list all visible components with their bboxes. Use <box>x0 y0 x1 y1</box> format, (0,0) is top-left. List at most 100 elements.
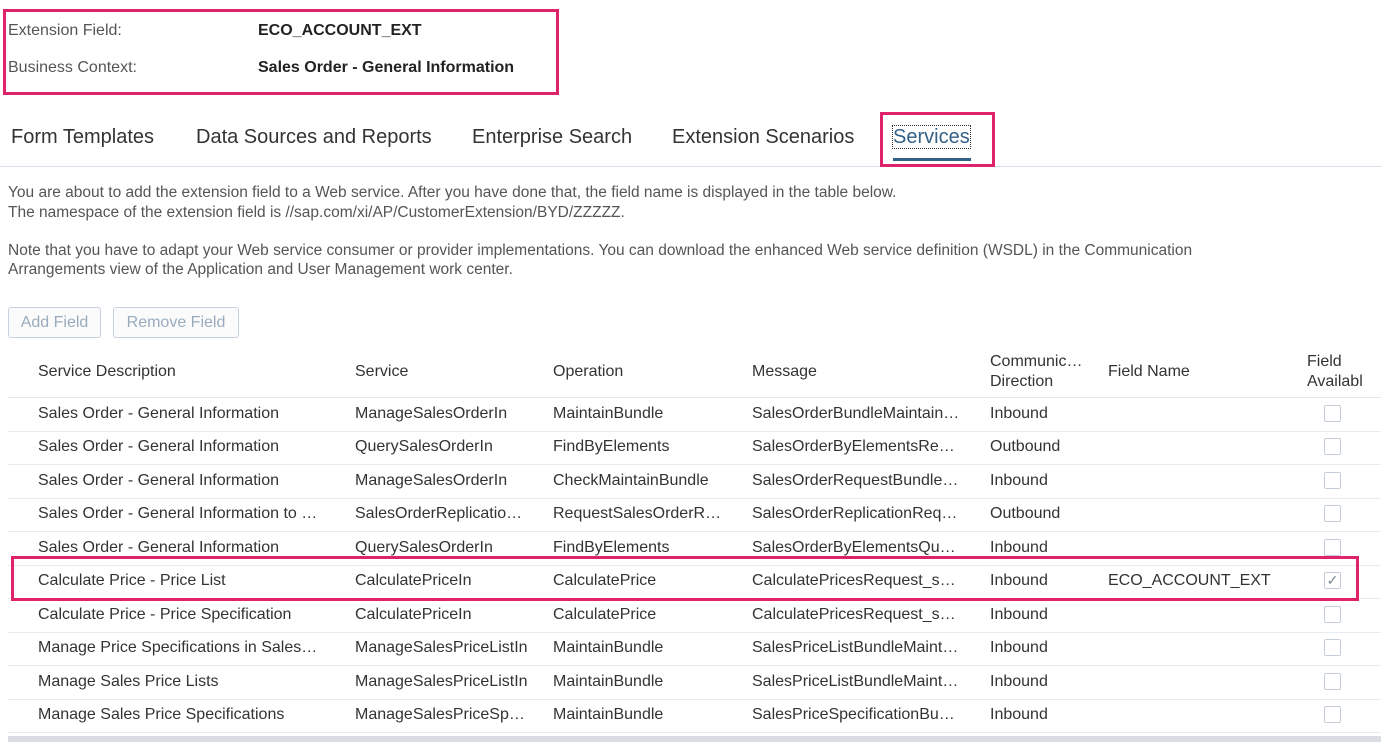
cell-direction: Outbound <box>990 505 1061 522</box>
extension-field-label: Extension Field: <box>8 22 122 39</box>
field-available-checkbox[interactable] <box>1324 673 1341 690</box>
cell-field-name: ECO_ACCOUNT_EXT <box>1108 572 1271 589</box>
cell-message: CalculatePricesRequest_s… <box>752 572 956 589</box>
cell-service-description: Sales Order - General Information to … <box>38 505 318 522</box>
cell-direction: Outbound <box>990 438 1061 455</box>
cell-direction: Inbound <box>990 405 1048 422</box>
cell-operation: MaintainBundle <box>553 673 664 690</box>
business-context-label: Business Context: <box>8 59 137 76</box>
tab-data-sources-and-reports[interactable]: Data Sources and Reports <box>196 126 432 149</box>
cell-service-description: Sales Order - General Information <box>38 438 279 455</box>
column-header-direction-line-2: Direction <box>990 373 1054 390</box>
cell-message: SalesPriceListBundleMaint… <box>752 673 959 690</box>
cell-operation: CalculatePrice <box>553 572 657 589</box>
cell-operation: RequestSalesOrderR… <box>553 505 722 522</box>
cell-service-description: Manage Sales Price Lists <box>38 673 219 690</box>
table-row[interactable]: Calculate Price - Price Specification Cal… <box>8 599 1381 633</box>
field-available-checkbox[interactable]: ✓ <box>1324 572 1341 589</box>
table-row[interactable]: Manage Price Specifications in Sales… Man… <box>8 632 1381 666</box>
table-row[interactable]: Sales Order - General Information QuerySa… <box>8 431 1381 465</box>
field-available-checkbox[interactable] <box>1324 539 1341 556</box>
column-header-direction[interactable]: Communic… Direction <box>990 352 1100 392</box>
cell-service: CalculatePriceIn <box>355 572 472 589</box>
column-header-direction-line-1: Communic… <box>990 353 1083 370</box>
cell-operation: MaintainBundle <box>553 706 664 723</box>
cell-operation: CheckMaintainBundle <box>553 472 709 489</box>
cell-direction: Inbound <box>990 639 1048 656</box>
cell-operation: CalculatePrice <box>553 606 657 623</box>
cell-service-description: Sales Order - General Information <box>38 472 279 489</box>
cell-service-description: Calculate Price - Price List <box>38 572 226 589</box>
cell-service-description: Sales Order - General Information <box>38 539 279 556</box>
cell-service-description: Manage Sales Price Specifications <box>38 706 285 723</box>
table-row[interactable]: Calculate Price - Price List CalculatePri… <box>8 565 1381 599</box>
business-context-value: Sales Order - General Information <box>258 59 515 76</box>
field-available-checkbox[interactable] <box>1324 405 1341 422</box>
table-row[interactable]: Sales Order - General Information to … Sa… <box>8 498 1381 532</box>
table-row[interactable]: Sales Order - General Information ManageS… <box>8 398 1381 432</box>
tab-form-templates[interactable]: Form Templates <box>11 126 154 149</box>
tab-services-label: Services <box>892 125 971 149</box>
services-table: Service Description Service Operation Me… <box>8 347 1381 739</box>
cell-service: CalculatePriceIn <box>355 606 472 623</box>
tab-services[interactable]: Services <box>892 125 971 149</box>
cell-message: CalculatePricesRequest_s… <box>752 606 956 623</box>
tab-bar: Form Templates Data Sources and Reports … <box>0 122 1382 167</box>
column-header-service-description[interactable]: Service Description <box>38 363 176 381</box>
cell-service-description: Manage Price Specifications in Sales… <box>38 639 318 656</box>
column-header-service[interactable]: Service <box>355 363 408 381</box>
horizontal-scrollbar[interactable] <box>8 736 1381 742</box>
field-available-checkbox[interactable] <box>1324 438 1341 455</box>
tab-data-sources-label: Data Sources and Reports <box>196 126 432 148</box>
cell-service: ManageSalesPriceListIn <box>355 639 528 656</box>
cell-operation: MaintainBundle <box>553 639 664 656</box>
cell-message: SalesPriceListBundleMaint… <box>752 639 959 656</box>
table-row[interactable]: Manage Sales Price Specifications ManageS… <box>8 699 1381 733</box>
column-header-message[interactable]: Message <box>752 363 817 381</box>
tab-extension-scenarios-label: Extension Scenarios <box>672 126 855 148</box>
cell-direction: Inbound <box>990 606 1048 623</box>
cell-message: SalesOrderBundleMaintain… <box>752 405 960 422</box>
active-tab-indicator <box>893 158 971 161</box>
cell-service: ManageSalesPriceSp… <box>355 706 525 723</box>
cell-service: ManageSalesOrderIn <box>355 472 508 489</box>
column-header-operation[interactable]: Operation <box>553 363 623 381</box>
cell-direction: Inbound <box>990 539 1048 556</box>
cell-service: QuerySalesOrderIn <box>355 438 493 455</box>
info-text-line-4: Arrangements view of the Application and… <box>8 261 513 278</box>
cell-service: QuerySalesOrderIn <box>355 539 493 556</box>
cell-operation: MaintainBundle <box>553 405 664 422</box>
column-header-field-name[interactable]: Field Name <box>1108 363 1190 381</box>
column-header-field-available[interactable]: Field Availabl <box>1307 352 1367 392</box>
tab-form-templates-label: Form Templates <box>11 126 155 148</box>
cell-service: ManageSalesPriceListIn <box>355 673 528 690</box>
add-field-button[interactable]: Add Field <box>8 307 101 338</box>
remove-field-button[interactable]: Remove Field <box>113 307 239 338</box>
field-available-checkbox[interactable] <box>1324 639 1341 656</box>
cell-service: SalesOrderReplicatio… <box>355 505 523 522</box>
cell-message: SalesOrderReplicationReq… <box>752 505 958 522</box>
cell-message: SalesOrderByElementsRe… <box>752 438 955 455</box>
cell-message: SalesOrderRequestBundle… <box>752 472 959 489</box>
table-row[interactable]: Sales Order - General Information QuerySa… <box>8 532 1381 566</box>
cell-operation: FindByElements <box>553 438 670 455</box>
tab-extension-scenarios[interactable]: Extension Scenarios <box>672 126 854 149</box>
field-available-checkbox[interactable] <box>1324 505 1341 522</box>
check-icon: ✓ <box>1326 572 1339 588</box>
column-header-available-line-2: Availabl <box>1307 373 1363 390</box>
field-available-checkbox[interactable] <box>1324 706 1341 723</box>
field-available-checkbox[interactable] <box>1324 606 1341 623</box>
cell-direction: Inbound <box>990 673 1048 690</box>
cell-direction: Inbound <box>990 472 1048 489</box>
cell-direction: Inbound <box>990 572 1048 589</box>
cell-message: SalesOrderByElementsQu… <box>752 539 956 556</box>
table-row[interactable]: Manage Sales Price Lists ManageSalesPrice… <box>8 666 1381 700</box>
extension-field-value: ECO_ACCOUNT_EXT <box>258 22 422 39</box>
info-text-line-3: Note that you have to adapt your Web ser… <box>8 242 1193 259</box>
cell-direction: Inbound <box>990 706 1048 723</box>
table-row[interactable]: Sales Order - General Information ManageS… <box>8 465 1381 499</box>
cell-message: SalesPriceSpecificationBu… <box>752 706 955 723</box>
cell-service-description: Sales Order - General Information <box>38 405 279 422</box>
tab-enterprise-search[interactable]: Enterprise Search <box>472 126 632 149</box>
field-available-checkbox[interactable] <box>1324 472 1341 489</box>
